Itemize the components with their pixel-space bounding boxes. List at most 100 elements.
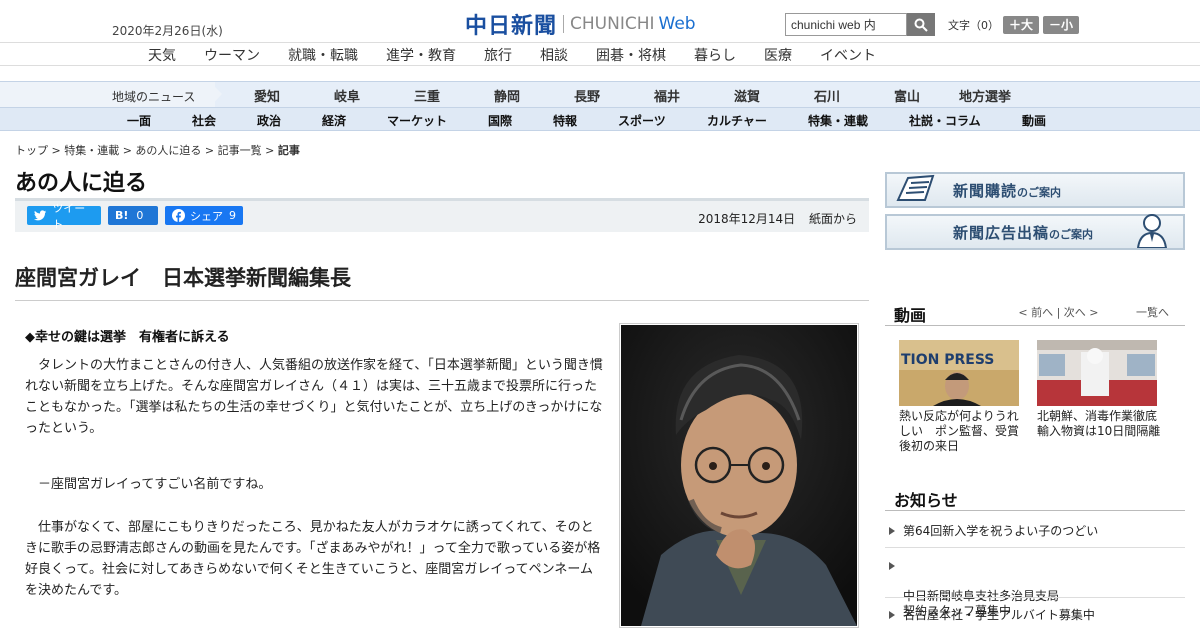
article-paragraph: －座間宮ガレイってすごい名前ですね。 <box>25 477 272 492</box>
video-caption[interactable]: 北朝鮮、消毒作業徹底 輸入物資は10日間隔離 <box>1037 409 1169 439</box>
logo-english: CHUNICHI <box>570 14 655 34</box>
site-header: 2020年2月26日(水) 中日新聞 CHUNICHI Web 文字（0） ＋大… <box>0 0 1200 42</box>
notice-item-label: 第64回新入学を祝うよい子のつどい <box>903 524 1099 538</box>
arrow-right-icon <box>889 562 895 570</box>
region-nav-item[interactable]: 岐阜 <box>334 86 360 105</box>
genre-nav-item[interactable]: 社説・コラム <box>909 112 981 129</box>
region-nav-item[interactable]: 地方選挙 <box>959 86 1011 105</box>
genre-nav-item[interactable]: 社会 <box>192 112 216 129</box>
video-list-link[interactable]: 一覧へ <box>1136 306 1169 319</box>
site-logo[interactable]: 中日新聞 CHUNICHI Web <box>465 8 696 40</box>
region-nav-item[interactable]: 長野 <box>574 86 600 105</box>
video-thumbnail[interactable] <box>1037 340 1157 406</box>
top-nav-item[interactable]: 旅行 <box>484 45 512 65</box>
notice-section-header: お知らせ <box>885 485 1185 511</box>
subscription-banner[interactable]: 新聞購読のご案内 <box>885 172 1185 208</box>
portrait-illustration <box>621 325 857 626</box>
search-input[interactable] <box>785 13 907 36</box>
video-thumbnail[interactable]: TION PRESS <box>899 340 1019 406</box>
region-nav-item[interactable]: 三重 <box>414 86 440 105</box>
video-caption[interactable]: 熱い反応が何よりうれしい ポン監督、受賞後初の来日 <box>899 409 1024 454</box>
genre-nav: 一面 社会 政治 経済 マーケット 国際 特報 スポーツ カルチャー 特集・連載… <box>0 107 1200 131</box>
breadcrumb: トップ > 特集・連載 > あの人に迫る > 記事一覧 > 記事 <box>15 142 300 158</box>
video-thumbnail-text: TION PRESS <box>901 352 994 368</box>
tweet-button[interactable]: ツイート <box>27 202 101 231</box>
notice-divider <box>885 547 1185 548</box>
facebook-label: シェア <box>190 209 223 223</box>
video-thumbnail-image <box>1037 340 1157 406</box>
top-nav-item[interactable]: 進学・教育 <box>386 45 456 65</box>
article-photo[interactable] <box>619 323 859 628</box>
subscription-banner-sub: のご案内 <box>1017 186 1062 199</box>
font-size-label: 文字（0） <box>948 19 999 32</box>
genre-nav-item[interactable]: 特集・連載 <box>808 112 868 129</box>
region-nav-label: 地域のニュース <box>0 82 215 107</box>
site-search <box>785 13 935 36</box>
top-nav-item[interactable]: 医療 <box>764 45 792 65</box>
region-nav-item[interactable]: 富山 <box>894 86 920 105</box>
title-divider <box>15 300 869 301</box>
hatena-count: 0 <box>136 209 144 222</box>
advertising-banner[interactable]: 新聞広告出稿のご案内 <box>885 214 1185 250</box>
article-date: 2018年12月14日 <box>698 212 796 226</box>
advertising-banner-text: 新聞広告出稿のご案内 <box>953 222 1093 243</box>
video-section-title: 動画 <box>894 306 927 325</box>
genre-nav-item[interactable]: 一面 <box>127 112 151 129</box>
logo-divider <box>563 15 565 33</box>
facebook-share-button[interactable]: シェア 9 <box>165 206 243 225</box>
video-prev-link[interactable]: < 前へ <box>1018 306 1053 319</box>
genre-nav-item[interactable]: 特報 <box>553 112 577 129</box>
top-nav-item[interactable]: ウーマン <box>204 45 260 65</box>
top-nav-item[interactable]: 暮らし <box>694 45 736 65</box>
genre-nav-item[interactable]: スポーツ <box>618 112 666 129</box>
article-meta: 2018年12月14日 紙面から <box>698 210 857 227</box>
notice-item-label: 名古屋本社・学生アルバイト募集中 <box>903 608 1095 622</box>
top-nav-item[interactable]: 天気 <box>148 45 176 65</box>
genre-nav-item[interactable]: 経済 <box>322 112 346 129</box>
video-nav: < 前へ | 次へ > 一覧へ <box>1018 306 1169 319</box>
region-nav-item[interactable]: 愛知 <box>254 86 280 105</box>
breadcrumb-path[interactable]: トップ > 特集・連載 > あの人に迫る > 記事一覧 > <box>15 144 278 157</box>
video-next-link[interactable]: 次へ > <box>1064 306 1099 319</box>
top-nav-item[interactable]: 囲碁・将棋 <box>596 45 666 65</box>
genre-nav-item[interactable]: 政治 <box>257 112 281 129</box>
notice-section-title: お知らせ <box>894 491 958 510</box>
font-size-controls: 文字（0） ＋大 －小 <box>948 16 1080 34</box>
search-icon <box>914 18 928 32</box>
advertising-banner-main: 新聞広告出稿 <box>953 224 1050 242</box>
region-nav-item[interactable]: 滋賀 <box>734 86 760 105</box>
top-nav-item[interactable]: 就職・転職 <box>288 45 358 65</box>
tweet-label: ツイート <box>52 201 86 231</box>
video-section-header: 動画 < 前へ | 次へ > 一覧へ <box>885 300 1185 326</box>
portrait-image <box>621 325 857 626</box>
region-nav-item[interactable]: 福井 <box>654 86 680 105</box>
notice-item[interactable]: 第64回新入学を祝うよい子のつどい <box>885 524 1185 539</box>
article-source: 紙面から <box>808 212 857 226</box>
genre-nav-item[interactable]: カルチャー <box>707 112 767 129</box>
arrow-right-icon <box>889 527 895 535</box>
top-nav-item[interactable]: イベント <box>820 45 876 65</box>
article-title: 座間宮ガレイ 日本選挙新聞編集長 <box>15 266 351 290</box>
video-thumbnail-image: TION PRESS <box>899 340 1019 406</box>
hatena-bookmark-button[interactable]: B! 0 <box>108 206 158 225</box>
subscription-banner-text: 新聞購読のご案内 <box>953 180 1061 201</box>
search-button[interactable] <box>907 13 935 36</box>
article-paragraph: 仕事がなくて、部屋にこもりきりだったころ、見かねた友人がカラオケに誘ってくれて、… <box>25 520 601 598</box>
font-size-decrease-button[interactable]: －小 <box>1043 16 1080 34</box>
series-title: あの人に迫る <box>15 171 148 196</box>
logo-japanese: 中日新聞 <box>465 13 558 39</box>
genre-nav-item[interactable]: マーケット <box>387 112 447 129</box>
genre-nav-item[interactable]: 動画 <box>1022 112 1046 129</box>
top-nav-item[interactable]: 相談 <box>540 45 568 65</box>
article-lead: ◆幸せの鍵は選挙 有権者に訴える <box>25 330 230 345</box>
region-nav-item[interactable]: 石川 <box>814 86 840 105</box>
top-nav: 天気 ウーマン 就職・転職 進学・教育 旅行 相談 囲碁・将棋 暮らし 医療 イ… <box>0 42 1200 66</box>
region-nav-item[interactable]: 静岡 <box>494 86 520 105</box>
current-date: 2020年2月26日(水) <box>112 24 223 38</box>
person-icon <box>1136 214 1168 248</box>
genre-nav-item[interactable]: 国際 <box>488 112 512 129</box>
font-size-increase-button[interactable]: ＋大 <box>1003 16 1040 34</box>
notice-item[interactable]: 名古屋本社・学生アルバイト募集中 <box>885 608 1185 623</box>
article-paragraph: タレントの大竹まことさんの付き人、人気番組の放送作家を経て、「日本選挙新聞」とい… <box>25 358 603 436</box>
region-nav-arrow <box>210 82 222 107</box>
